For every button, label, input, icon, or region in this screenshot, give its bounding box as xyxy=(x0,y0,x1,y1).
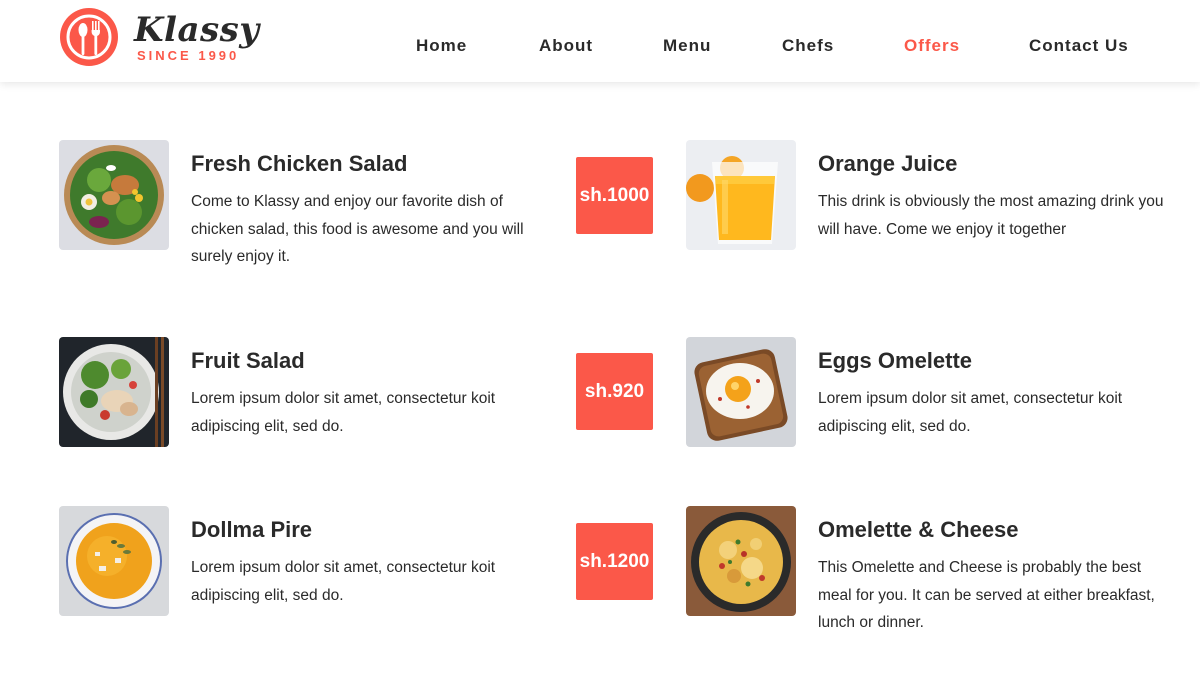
chicken-salad-image xyxy=(59,140,169,250)
fruit-salad-image xyxy=(59,337,169,447)
fried-egg-toast-image xyxy=(686,337,796,447)
item-description: This drink is obviously the most amazing… xyxy=(818,193,1164,238)
price-badge: sh.1200 xyxy=(576,523,653,600)
nav-menu[interactable]: Menu xyxy=(663,36,711,56)
item-title: Eggs Omelette xyxy=(818,348,973,373)
omelette-cheese-image xyxy=(686,506,796,616)
item-description: Lorem ipsum dolor sit amet, consectetur … xyxy=(818,390,1123,435)
item-title: Omelette & Cheese xyxy=(818,517,1019,542)
site-header: Klassy SINCE 1990 Home About Menu Chefs … xyxy=(0,0,1200,82)
nav-home[interactable]: Home xyxy=(416,36,467,56)
item-title: Dollma Pire xyxy=(191,517,313,542)
item-description: Lorem ipsum dolor sit amet, consectetur … xyxy=(191,390,496,435)
main-nav: Home About Menu Chefs Offers Contact Us xyxy=(0,36,1200,58)
nav-offers[interactable]: Offers xyxy=(904,36,960,56)
soup-image xyxy=(59,506,169,616)
item-title: Fruit Salad xyxy=(191,348,305,373)
item-title: Orange Juice xyxy=(818,151,958,176)
nav-contact-us[interactable]: Contact Us xyxy=(1029,36,1129,56)
price-badge: sh.1000 xyxy=(576,157,653,234)
nav-about[interactable]: About xyxy=(539,36,593,56)
price-badge: sh.920 xyxy=(576,353,653,430)
orange-juice-image xyxy=(686,140,796,250)
item-description: Lorem ipsum dolor sit amet, consectetur … xyxy=(191,559,496,604)
item-title: Fresh Chicken Salad xyxy=(191,151,408,176)
item-description: Come to Klassy and enjoy our favorite di… xyxy=(191,193,524,265)
nav-chefs[interactable]: Chefs xyxy=(782,36,834,56)
item-description: This Omelette and Cheese is probably the… xyxy=(818,559,1155,631)
